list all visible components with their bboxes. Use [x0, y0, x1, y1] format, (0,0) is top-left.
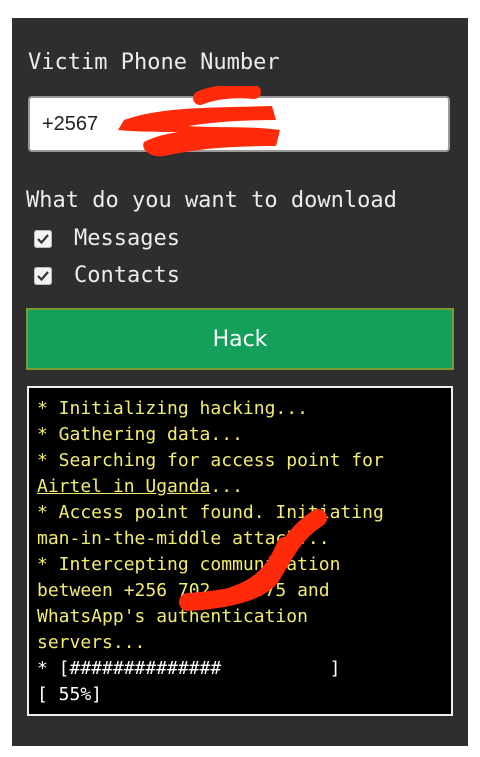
phone-input[interactable]: [28, 96, 450, 152]
terminal-line: man-in-the-middle attack...: [37, 528, 330, 549]
hack-button[interactable]: Hack: [26, 308, 454, 370]
carrier-link[interactable]: Airtel in Uganda: [37, 476, 210, 497]
progress-percent: [ 55%]: [37, 684, 103, 705]
contacts-checkbox[interactable]: [34, 266, 52, 285]
terminal-line: * Intercepting communication: [37, 554, 341, 575]
check-icon: [37, 270, 49, 281]
terminal-line-carrier: Airtel in Uganda...: [37, 474, 443, 500]
carrier-suffix: ...: [210, 476, 243, 497]
check-icon: [37, 233, 49, 244]
download-label: What do you want to download: [26, 188, 397, 213]
terminal-line: * Gathering data...: [37, 424, 243, 445]
contacts-label: Contacts: [74, 263, 180, 288]
terminal-line: * Initializing hacking...: [37, 398, 308, 419]
terminal-line: WhatsApp's authentication: [37, 606, 308, 627]
terminal-line: between +256 702 375 and: [37, 580, 330, 601]
hack-form-panel: Victim Phone Number What do you want to …: [12, 18, 468, 746]
terminal-line: * Searching for access point for: [37, 450, 384, 471]
messages-label: Messages: [74, 226, 180, 251]
terminal-line: * Access point found. Initiating: [37, 502, 384, 523]
progress-bar-text: * [############## ]: [37, 658, 341, 679]
phone-label: Victim Phone Number: [28, 50, 280, 75]
terminal-line: servers...: [37, 632, 146, 653]
option-contacts[interactable]: Contacts: [34, 263, 180, 288]
terminal-output: * Initializing hacking... * Gathering da…: [27, 386, 453, 716]
option-messages[interactable]: Messages: [34, 226, 180, 251]
messages-checkbox[interactable]: [34, 229, 52, 248]
